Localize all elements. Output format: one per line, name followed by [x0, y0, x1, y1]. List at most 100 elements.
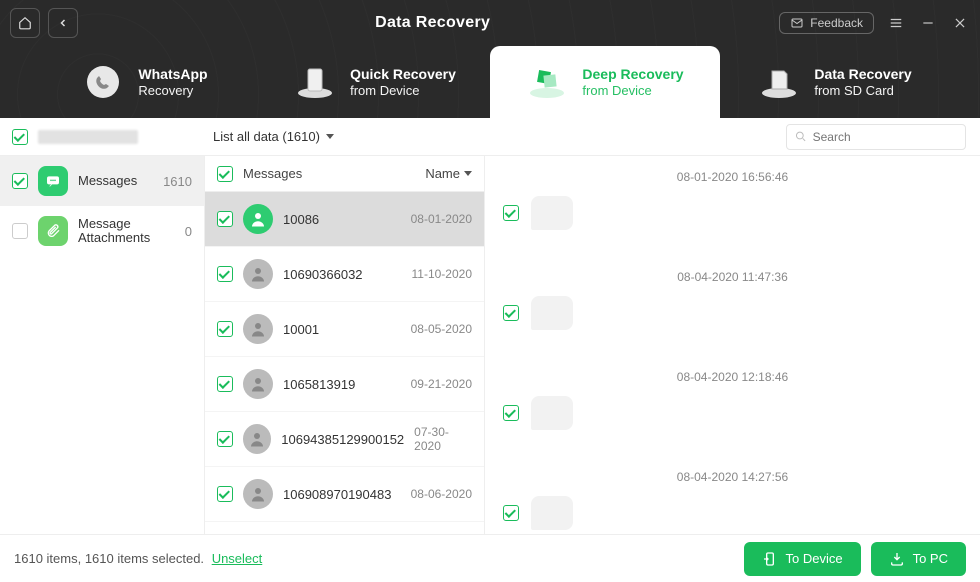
row-checkbox[interactable] — [217, 376, 233, 392]
row-checkbox[interactable] — [217, 211, 233, 227]
minimize-icon — [921, 16, 935, 30]
tab-title: Quick Recovery — [350, 66, 456, 84]
titlebar: Data Recovery Feedback — [0, 0, 980, 46]
sidebar-item-label: Messages — [78, 174, 153, 188]
subheader-left — [0, 129, 205, 145]
to-pc-button[interactable]: To PC — [871, 542, 966, 576]
col-messages-label: Messages — [243, 166, 302, 181]
sidebar-checkbox[interactable] — [12, 223, 28, 239]
message-checkbox[interactable] — [503, 205, 519, 221]
conversation-row[interactable]: 10690366032 11-10-2020 — [205, 247, 484, 302]
conversation-date: 08-01-2020 — [411, 212, 472, 226]
caret-down-icon — [326, 134, 334, 139]
tab-subtitle: from SD Card — [814, 83, 911, 98]
download-icon — [889, 551, 905, 567]
unselect-link[interactable]: Unselect — [212, 551, 263, 566]
status-text: 1610 items, 1610 items selected. — [14, 551, 204, 566]
row-checkbox[interactable] — [217, 486, 233, 502]
message-row — [503, 296, 962, 330]
sort-by-name[interactable]: Name — [425, 166, 472, 181]
sidebar: Messages 1610 Message Attachments 0 — [0, 156, 205, 534]
tab-whatsapp-recovery[interactable]: WhatsApp Recovery — [30, 46, 260, 118]
attachments-icon — [38, 216, 68, 246]
message-bubble — [531, 296, 573, 330]
conversation-name: 1065813919 — [283, 377, 401, 392]
avatar — [243, 314, 273, 344]
conversation-list-header: Messages Name — [205, 156, 484, 192]
message-timestamp: 08-04-2020 14:27:56 — [503, 470, 962, 484]
conversation-row[interactable]: 10086 08-01-2020 — [205, 192, 484, 247]
message-block: 08-04-2020 14:27:56 — [503, 470, 962, 530]
feedback-button[interactable]: Feedback — [779, 12, 874, 34]
whatsapp-icon — [82, 61, 124, 103]
conversation-date: 11-10-2020 — [412, 267, 473, 281]
sidebar-item-attachments[interactable]: Message Attachments 0 — [0, 206, 204, 256]
device-name-blurred — [38, 130, 138, 144]
conversation-row[interactable]: 1069438512990015207-30-2020 — [205, 412, 484, 467]
home-icon — [18, 16, 32, 30]
tab-quick-recovery[interactable]: Quick Recovery from Device — [260, 46, 490, 118]
sidebar-checkbox[interactable] — [12, 173, 28, 189]
conversation-rows[interactable]: 10086 08-01-2020 10690366032 11-10-2020 1000… — [205, 192, 484, 534]
conversation-date: 08-05-2020 — [411, 322, 472, 336]
row-checkbox[interactable] — [217, 431, 233, 447]
footer-status: 1610 items, 1610 items selected. Unselec… — [14, 551, 262, 566]
minimize-button[interactable] — [918, 13, 938, 33]
tab-sd-card-recovery[interactable]: Data Recovery from SD Card — [720, 46, 950, 118]
sidebar-item-count: 1610 — [163, 174, 192, 189]
message-checkbox[interactable] — [503, 405, 519, 421]
tab-title: Data Recovery — [814, 66, 911, 84]
message-timestamp: 08-04-2020 11:47:36 — [503, 270, 962, 284]
back-button[interactable] — [48, 8, 78, 38]
feedback-label: Feedback — [810, 16, 863, 30]
avatar — [243, 424, 271, 454]
conversation-row[interactable]: 10001 08-05-2020 — [205, 302, 484, 357]
tab-subtitle: from Device — [582, 83, 683, 98]
conversation-name: 10690366032 — [283, 267, 402, 282]
to-device-button[interactable]: To Device — [744, 542, 861, 576]
to-pc-label: To PC — [913, 551, 948, 566]
message-block: 08-04-2020 12:18:46 — [503, 370, 962, 430]
col-name-label: Name — [425, 166, 460, 181]
deep-recovery-icon — [526, 61, 568, 103]
conversation-row[interactable]: 106908970190483 08-06-2020 — [205, 467, 484, 522]
conversation-date: 08-06-2020 — [411, 487, 472, 501]
message-checkbox[interactable] — [503, 305, 519, 321]
conversation-row[interactable]: 1065813919 09-21-2020 — [205, 357, 484, 412]
select-all-conversations-checkbox[interactable] — [217, 166, 233, 182]
message-row — [503, 396, 962, 430]
message-row — [503, 196, 962, 230]
row-checkbox[interactable] — [217, 266, 233, 282]
conversation-name: 106908970190483 — [283, 487, 401, 502]
close-button[interactable] — [950, 13, 970, 33]
conversation-name: 10001 — [283, 322, 401, 337]
menu-button[interactable] — [886, 13, 906, 33]
search-icon — [795, 130, 807, 143]
home-button[interactable] — [10, 8, 40, 38]
mail-icon — [790, 17, 804, 29]
search-box[interactable] — [786, 124, 966, 150]
conversation-name: 10694385129900152 — [281, 432, 404, 447]
conversation-name: 10086 — [283, 212, 401, 227]
select-all-sidebar-checkbox[interactable] — [12, 129, 28, 145]
sidebar-item-count: 0 — [185, 224, 192, 239]
sidebar-item-messages[interactable]: Messages 1610 — [0, 156, 204, 206]
sidebar-item-label: Message Attachments — [78, 217, 175, 246]
message-checkbox[interactable] — [503, 505, 519, 521]
tab-deep-recovery[interactable]: Deep Recovery from Device — [490, 46, 720, 118]
list-filter-label: List all data (1610) — [213, 129, 320, 144]
subheader: List all data (1610) — [0, 118, 980, 156]
search-input[interactable] — [813, 130, 957, 144]
tabs: WhatsApp Recovery Quick Recovery from De… — [0, 46, 980, 118]
list-filter-dropdown[interactable]: List all data (1610) — [205, 129, 485, 144]
message-preview[interactable]: 08-01-2020 16:56:4608-04-2020 11:47:3608… — [485, 156, 980, 534]
avatar — [243, 369, 273, 399]
row-checkbox[interactable] — [217, 321, 233, 337]
conversation-date: 09-21-2020 — [411, 377, 472, 391]
to-device-icon — [762, 551, 778, 567]
footer: 1610 items, 1610 items selected. Unselec… — [0, 534, 980, 582]
tab-title: Deep Recovery — [582, 66, 683, 84]
subheader-right — [786, 124, 980, 150]
close-icon — [953, 16, 967, 30]
footer-buttons: To Device To PC — [744, 542, 966, 576]
